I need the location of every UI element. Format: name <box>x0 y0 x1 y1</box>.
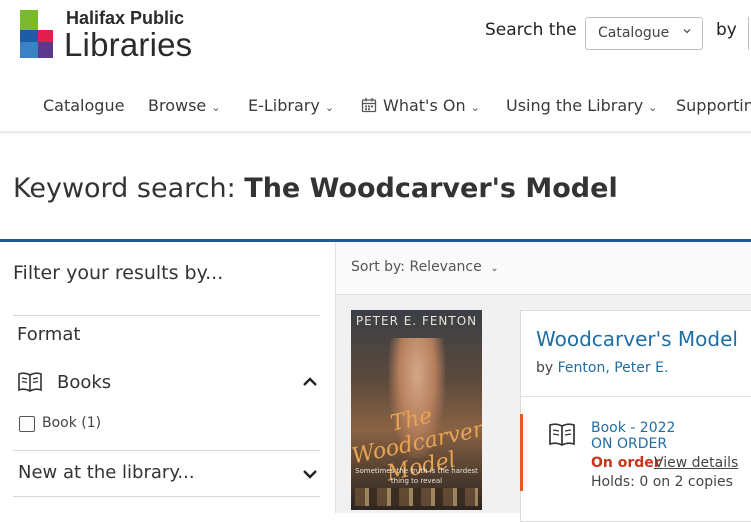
books-facet-label: Books <box>57 372 112 393</box>
main-nav: Catalogue Browse ⌄ E-Library ⌄ What's On ⌄ … <box>0 88 751 128</box>
search-scope-select[interactable]: Catalogue <box>585 17 703 50</box>
availability-indicator <box>520 414 523 491</box>
author-link[interactable]: Fenton, Peter E. <box>558 360 669 376</box>
format-facet-label: Format <box>17 324 81 345</box>
cover-tagline-text: Sometimes the truth is the hardest thing… <box>355 467 478 485</box>
chevron-up-icon <box>303 377 317 386</box>
cover-author-text: PETER E. FENTON <box>355 314 478 328</box>
search-query: The Woodcarver's Model <box>244 173 618 204</box>
nav-item-using-the-library[interactable]: Using the Library ⌄ <box>506 96 657 115</box>
sort-select[interactable]: Sort by: Relevance ⌄ <box>351 259 499 275</box>
result-title-link[interactable]: Woodcarver's Model <box>536 327 738 351</box>
page-title: Keyword search: The Woodcarver's Model <box>13 173 618 204</box>
status-text: ON ORDER <box>591 436 668 452</box>
result-author-line: by Fenton, Peter E. <box>536 360 669 376</box>
nav-item-whats-on[interactable]: What's On ⌄ <box>361 96 480 115</box>
chevron-down-icon: ⌄ <box>211 101 221 114</box>
filter-title: Filter your results by... <box>13 262 224 284</box>
search-label: Search the <box>485 20 577 40</box>
book-icon <box>18 372 42 392</box>
chevron-down-icon <box>683 29 691 34</box>
nav-item-catalogue[interactable]: Catalogue <box>43 96 124 115</box>
sidebar-divider <box>13 315 320 316</box>
book-format-checkbox-label: Book (1) <box>42 415 102 431</box>
nav-item-browse[interactable]: Browse ⌄ <box>148 96 220 115</box>
book-format-checkbox[interactable] <box>19 416 35 432</box>
book-icon <box>549 423 575 446</box>
chevron-down-icon: ⌄ <box>490 263 499 274</box>
books-facet-toggle[interactable]: Books <box>17 370 320 396</box>
sidebar-divider <box>13 496 320 497</box>
nav-divider <box>0 131 751 135</box>
chevron-down-icon[interactable] <box>300 464 320 484</box>
chevron-down-icon: ⌄ <box>324 101 335 114</box>
logo-mark-icon <box>20 10 53 58</box>
view-details-link[interactable]: View details <box>654 455 738 471</box>
library-logo[interactable]: Halifax Public Libraries <box>20 8 200 63</box>
format-year-link[interactable]: Book - 2022 <box>591 420 675 436</box>
nav-item-supporting[interactable]: Supportin <box>676 96 751 115</box>
holds-count: Holds: 0 on 2 copies <box>591 474 733 490</box>
nav-item-e-library[interactable]: E-Library ⌄ <box>248 96 334 115</box>
sidebar-divider <box>13 450 320 451</box>
chevron-down-icon: ⌄ <box>648 101 658 114</box>
chevron-down-icon: ⌄ <box>470 101 480 114</box>
logo-text-line2: Libraries <box>64 26 193 63</box>
new-at-library-facet-label[interactable]: New at the library... <box>18 462 195 483</box>
search-by-label: by <box>716 20 737 40</box>
availability-status: On order <box>591 455 661 471</box>
search-scope-value: Catalogue <box>598 25 670 41</box>
book-cover-image[interactable]: PETER E. FENTON The Woodcarver's Model S… <box>351 310 482 510</box>
calendar-icon <box>361 98 377 113</box>
card-divider <box>521 396 751 397</box>
